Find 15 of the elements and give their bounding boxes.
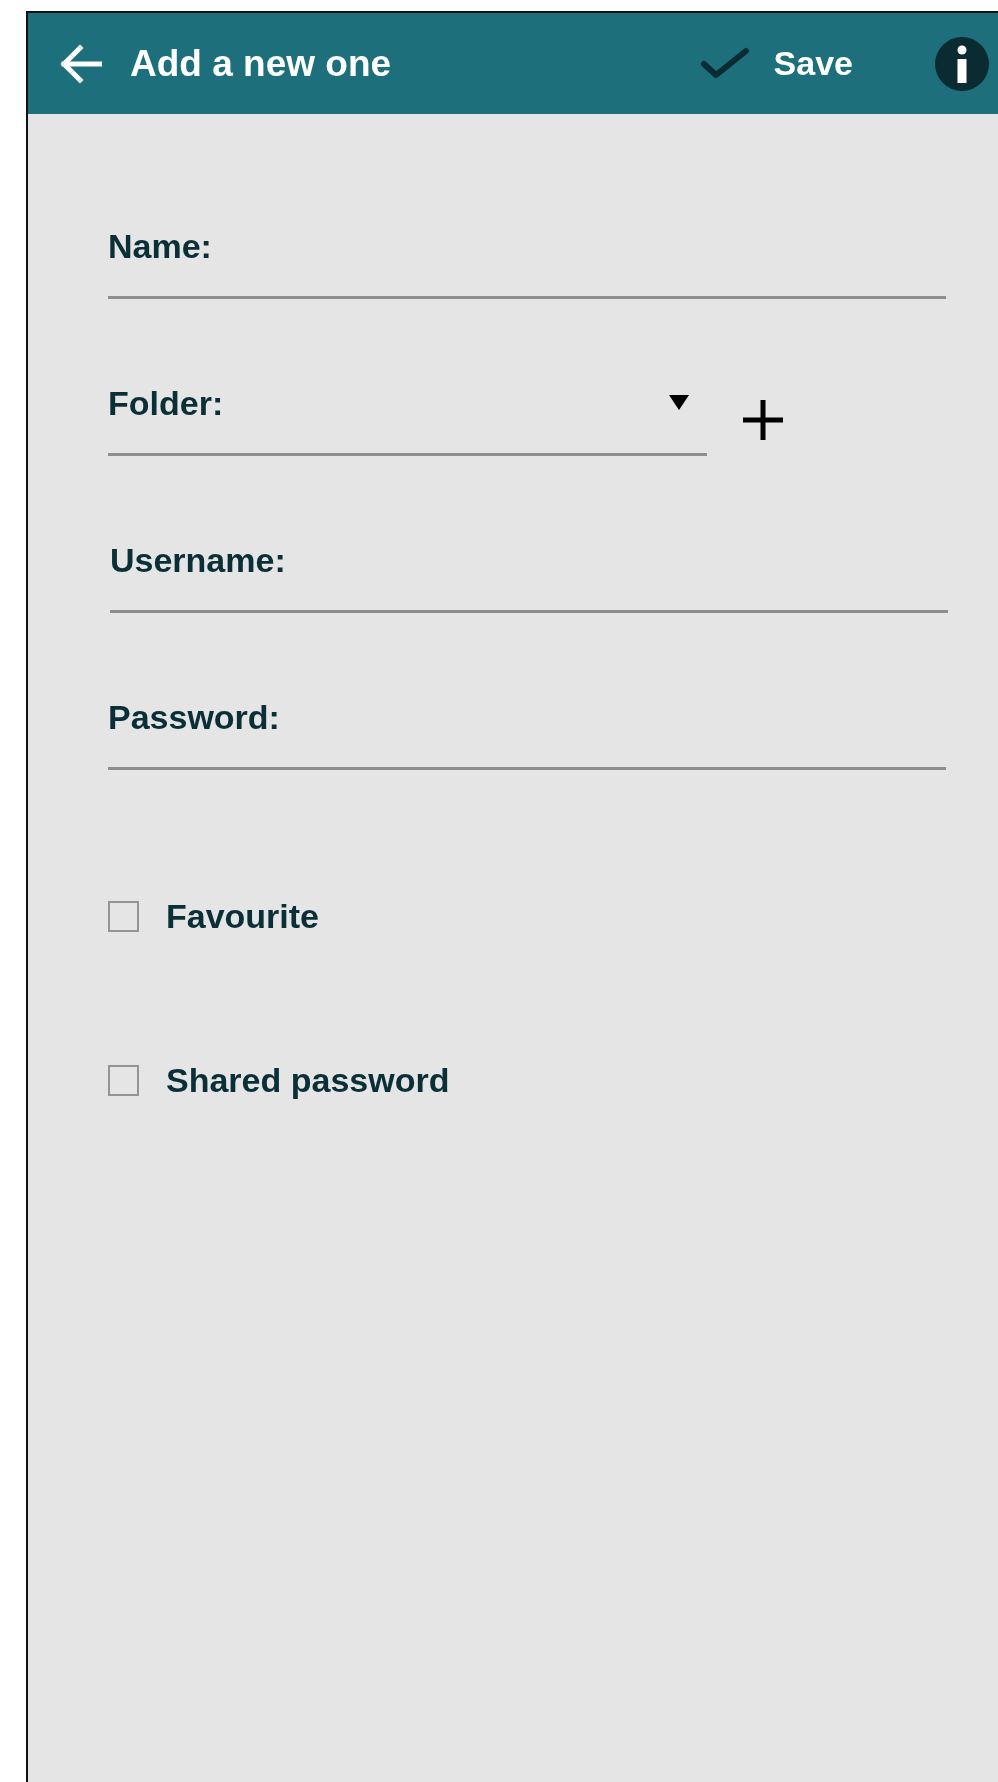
checkbox[interactable] [108,900,139,932]
info-icon[interactable] [935,36,989,91]
input-field[interactable]: Name: [108,226,946,299]
folder-dropdown[interactable]: Folder: [108,383,707,456]
checkbox-label: Shared password [166,1060,450,1100]
add-icon[interactable] [743,399,783,440]
checkbox[interactable] [108,1064,139,1096]
input-field[interactable]: Password: [108,697,946,770]
dropdown-caret-icon [669,395,689,411]
save-button[interactable]: Save [699,44,853,83]
screen-title: Add a new one [130,42,393,85]
input-field[interactable]: Username: [110,540,948,613]
checkbox-label: Favourite [166,896,320,936]
back-icon[interactable] [58,43,102,84]
check-icon [699,46,750,81]
